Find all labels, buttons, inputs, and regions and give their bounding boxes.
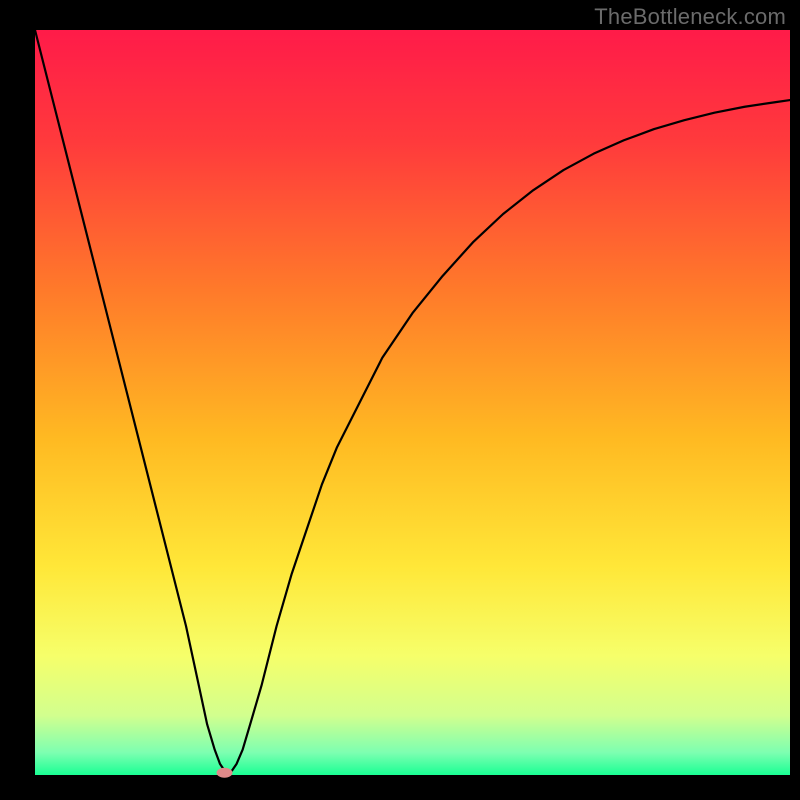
bottleneck-chart xyxy=(0,0,800,800)
optimum-marker xyxy=(217,768,233,778)
chart-frame: TheBottleneck.com xyxy=(0,0,800,800)
watermark-text: TheBottleneck.com xyxy=(594,4,786,30)
plot-background xyxy=(35,30,790,775)
